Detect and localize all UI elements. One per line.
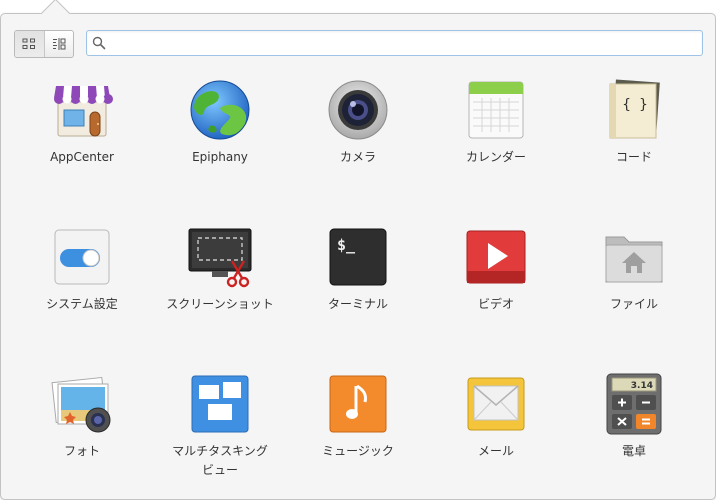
- grid-view-button[interactable]: [15, 31, 44, 57]
- app-calendar[interactable]: カレンダー: [427, 78, 565, 167]
- app-files[interactable]: ファイル: [565, 225, 703, 314]
- code-braces-text: { }: [622, 97, 647, 113]
- app-music[interactable]: ミュージック: [289, 372, 427, 461]
- app-label: システム設定: [46, 297, 118, 311]
- app-label: 電卓: [621, 444, 646, 458]
- toggle-switch-icon: [54, 229, 110, 285]
- app-label: ファイル: [609, 297, 658, 311]
- mail-envelope-icon: [467, 377, 525, 431]
- terminal-icon: $_: [329, 228, 387, 286]
- calculator-icon: 3.14: [606, 373, 662, 435]
- toolbar: [14, 30, 703, 58]
- video-play-icon: [466, 230, 526, 284]
- app-label: ターミナル: [327, 297, 388, 311]
- music-note-icon: [329, 375, 387, 433]
- app-label: ビデオ: [477, 297, 514, 311]
- applications-menu: AppCenter Epiphany カメラ カレンダー {} コード システ…: [0, 13, 716, 500]
- category-view-button[interactable]: [43, 31, 74, 57]
- app-label: Epiphany: [192, 150, 248, 164]
- screenshot-icon: [188, 228, 252, 288]
- app-videos[interactable]: ビデオ: [427, 225, 565, 314]
- app-label: メール: [477, 444, 514, 458]
- search-input[interactable]: [111, 33, 696, 51]
- app-terminal[interactable]: $_ ターミナル: [289, 225, 427, 314]
- app-appcenter[interactable]: AppCenter: [13, 78, 151, 167]
- appcenter-icon: [54, 86, 113, 137]
- app-label: カメラ: [339, 150, 376, 164]
- search-field: [86, 30, 703, 56]
- code-editor-icon: { }: [609, 79, 660, 139]
- home-folder-icon: [605, 236, 663, 283]
- app-label: ミュージック: [322, 444, 394, 458]
- app-label: スクリーンショット: [166, 297, 274, 311]
- view-mode-switcher: [14, 30, 74, 58]
- grid-view-icon: [22, 38, 36, 49]
- category-view-icon: [52, 38, 66, 50]
- app-photos[interactable]: フォト: [13, 372, 151, 461]
- photos-icon: [51, 376, 111, 433]
- app-label: フォト: [63, 444, 100, 458]
- app-code[interactable]: { } コード: [565, 78, 703, 167]
- app-calculator[interactable]: 3.14 電卓: [565, 372, 703, 461]
- calendar-icon: [468, 81, 524, 139]
- terminal-prompt-text: $_: [337, 236, 356, 254]
- multitasking-icon: [191, 375, 249, 433]
- app-camera[interactable]: カメラ: [289, 78, 427, 167]
- search-icon: [92, 36, 106, 50]
- app-mail[interactable]: メール: [427, 372, 565, 461]
- app-system-settings[interactable]: システム設定: [13, 225, 151, 314]
- app-label: AppCenter: [50, 150, 114, 164]
- epiphany-globe-icon: [190, 80, 250, 140]
- app-screenshot[interactable]: スクリーンショット: [151, 225, 289, 314]
- app-epiphany[interactable]: Epiphany: [151, 78, 289, 167]
- app-label: コード: [615, 150, 652, 164]
- camera-icon: [328, 80, 388, 140]
- app-label: マルチタスキング ビュー: [172, 444, 268, 477]
- calculator-display-text: 3.14: [631, 381, 653, 391]
- app-multitasking-view[interactable]: マルチタスキング ビュー: [151, 372, 289, 480]
- app-label: カレンダー: [465, 150, 526, 164]
